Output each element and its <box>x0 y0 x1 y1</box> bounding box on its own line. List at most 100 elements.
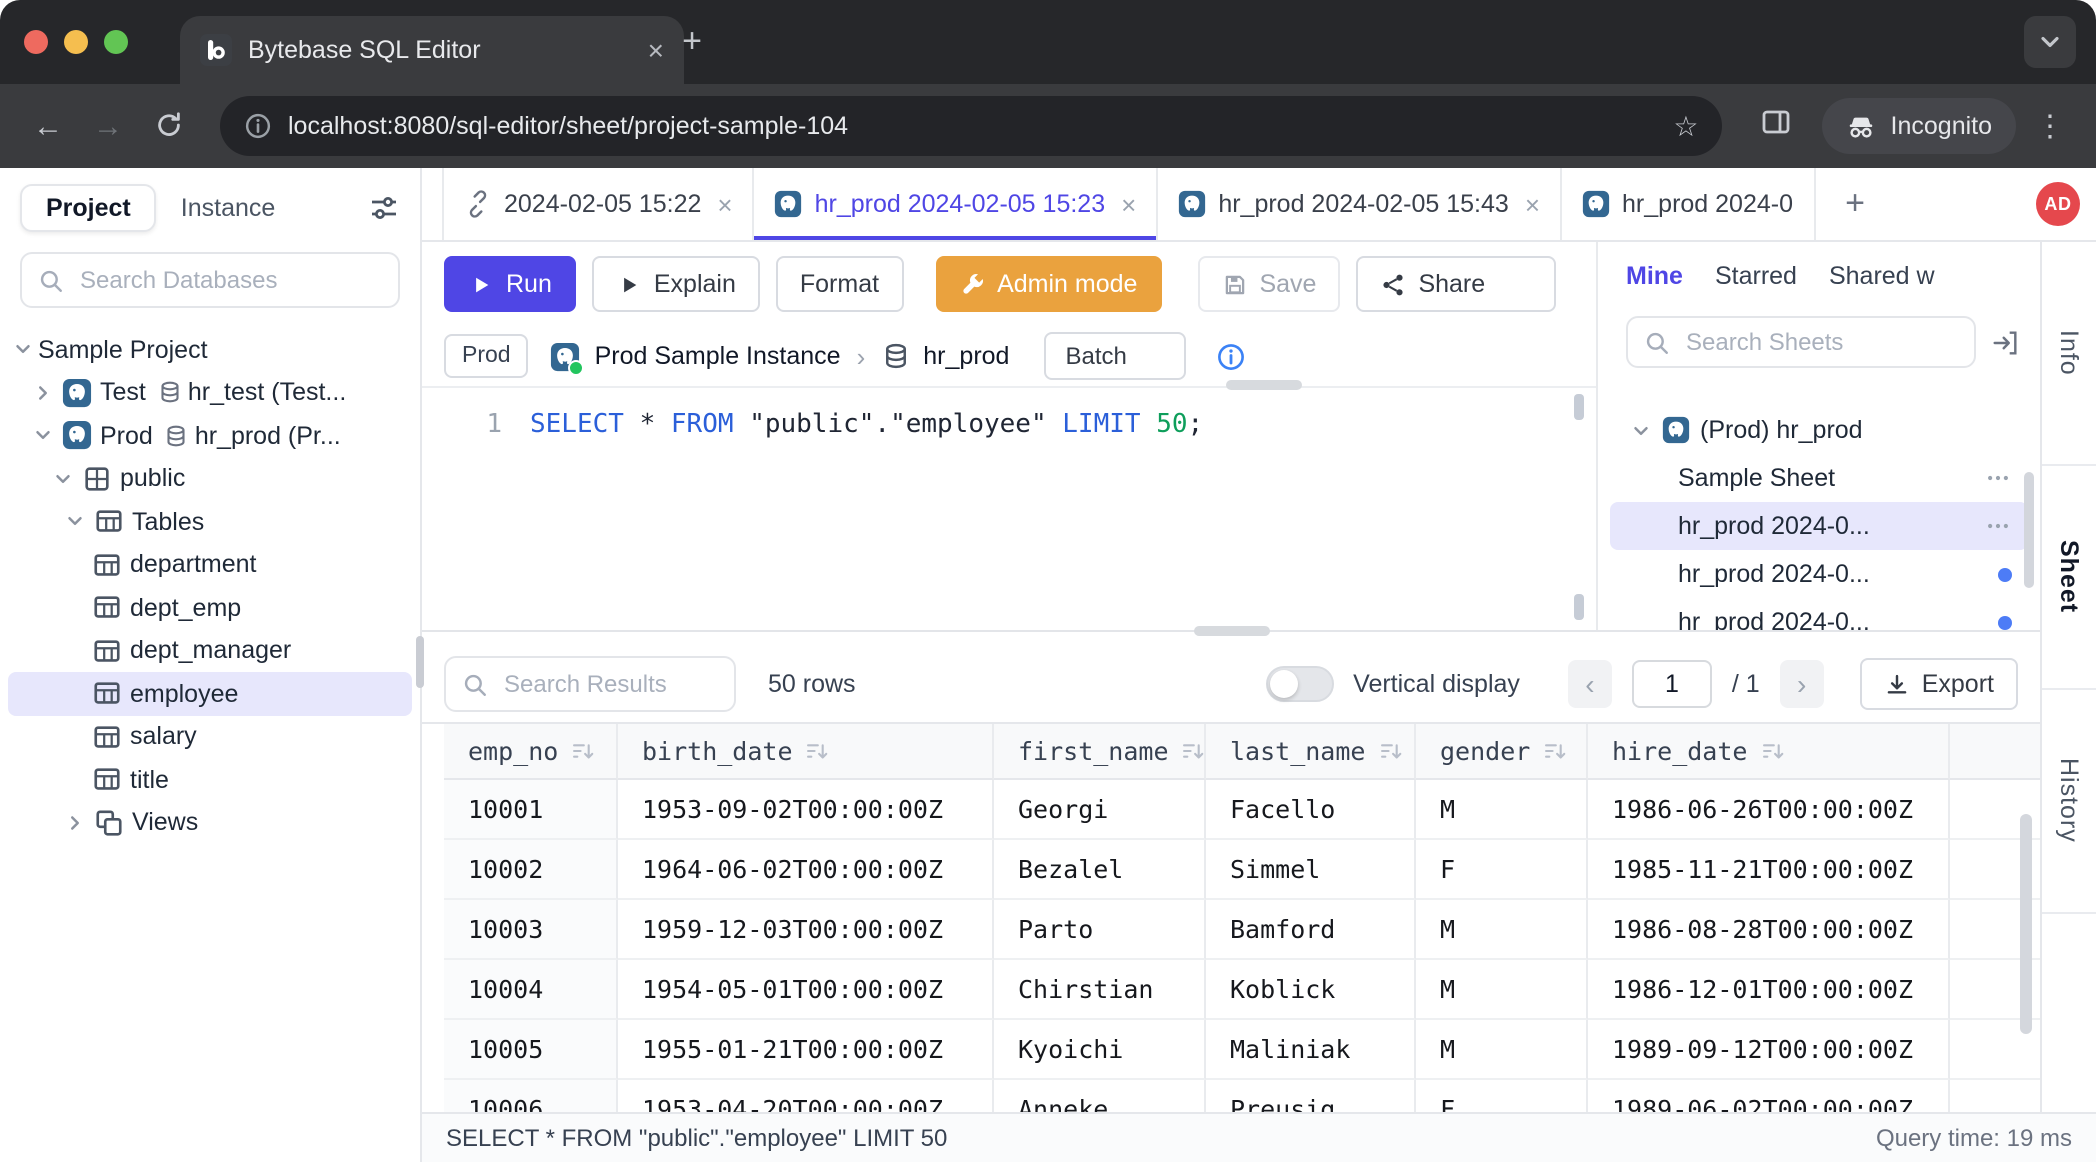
side-panel-icon <box>1761 105 1793 137</box>
sidebar-item-Tables[interactable]: Tables <box>8 500 412 543</box>
sidebar-item-public[interactable]: public <box>8 457 412 500</box>
vertical-display-toggle[interactable] <box>1265 666 1333 702</box>
avatar[interactable]: AD <box>2036 182 2080 226</box>
side-panel-button[interactable] <box>1751 105 1803 147</box>
side-tab-label: Info <box>2055 330 2083 376</box>
results-search-input[interactable] <box>500 668 718 700</box>
sidebar-item-Sample Project[interactable]: Sample Project <box>8 328 412 371</box>
batch-button[interactable]: Batch <box>1043 332 1186 380</box>
editor-resize-handle[interactable] <box>1225 380 1301 390</box>
minimize-window-button[interactable] <box>64 30 88 54</box>
format-button[interactable]: Format <box>776 256 903 312</box>
sidebar-item-Test[interactable]: Testhr_test (Test... <box>8 371 412 414</box>
collapse-panel-icon[interactable] <box>1990 327 2020 357</box>
close-window-button[interactable] <box>24 30 48 54</box>
admin-mode-button[interactable]: Admin mode <box>935 256 1161 312</box>
tab-instance[interactable]: Instance <box>181 194 276 222</box>
sheet-tab-2[interactable]: hr_prod 2024-02-05 15:43× <box>1158 168 1562 240</box>
close-sheet-tab-button[interactable]: × <box>1121 191 1136 217</box>
column-header-emp_no[interactable]: emp_no <box>444 724 618 780</box>
sheet-item-3[interactable]: hr_prod 2024-0... <box>1610 598 2028 630</box>
new-sheet-button[interactable]: + <box>1835 184 1875 224</box>
bookmark-star-icon[interactable]: ☆ <box>1673 109 1698 143</box>
sidebar-item-employee[interactable]: employee <box>8 672 412 715</box>
sheet-panel-tab-mine[interactable]: Mine <box>1626 262 1683 290</box>
side-tab-history[interactable]: History <box>2042 690 2096 914</box>
explain-button[interactable]: Explain <box>592 256 760 312</box>
side-tab-label: Sheet <box>2055 540 2083 613</box>
chevron-down-icon <box>12 339 34 361</box>
close-sheet-tab-button[interactable]: × <box>717 191 732 217</box>
page-number-input[interactable] <box>1632 660 1712 708</box>
sheet-panel-tab-starred[interactable]: Starred <box>1715 262 1797 290</box>
sidebar-resize-handle[interactable] <box>416 636 424 688</box>
results-scrollbar[interactable] <box>2020 814 2032 1034</box>
sidebar-item-salary[interactable]: salary <box>8 715 412 758</box>
sidebar-item-Views[interactable]: Views <box>8 801 412 844</box>
site-info-icon[interactable] <box>244 112 272 140</box>
sheet-search-field[interactable] <box>1626 316 1976 368</box>
panel-splitter[interactable] <box>422 630 2040 646</box>
sheet-list-scrollbar[interactable] <box>2024 472 2034 588</box>
table-cell: 10004 <box>444 960 618 1020</box>
share-button[interactable]: Share <box>1356 256 1555 312</box>
sidebar-item-dept_manager[interactable]: dept_manager <box>8 629 412 672</box>
sheet-group-row[interactable]: (Prod) hr_prod <box>1610 406 2028 454</box>
results-search-field[interactable] <box>444 656 736 712</box>
chevron-right-icon <box>32 382 54 404</box>
side-tab-sheet[interactable]: Sheet <box>2042 466 2096 690</box>
export-button[interactable]: Export <box>1860 658 2018 710</box>
sidebar-item-title[interactable]: title <box>8 758 412 801</box>
save-button[interactable]: Save <box>1197 256 1340 312</box>
database-name[interactable]: hr_prod <box>923 342 1009 370</box>
sidebar-item-department[interactable]: department <box>8 543 412 586</box>
sheet-tab-3[interactable]: hr_prod 2024-0 <box>1562 168 1815 240</box>
side-tab-info[interactable]: Info <box>2042 242 2096 466</box>
reload-button[interactable] <box>144 109 192 143</box>
connection-info-icon[interactable] <box>1217 341 1247 371</box>
sheet-search-input[interactable] <box>1682 326 1958 358</box>
run-button[interactable]: Run <box>444 256 576 312</box>
forward-button[interactable]: → <box>84 109 132 143</box>
close-sheet-tab-button[interactable]: × <box>1525 191 1540 217</box>
column-header-first_name[interactable]: first_name <box>994 724 1206 780</box>
instance-name[interactable]: Prod Sample Instance <box>595 342 841 370</box>
editor-scrollbar-top[interactable] <box>1574 394 1584 420</box>
address-bar[interactable]: localhost:8080/sql-editor/sheet/project-… <box>220 96 1723 156</box>
zoom-window-button[interactable] <box>104 30 128 54</box>
sheet-item-2[interactable]: hr_prod 2024-0... <box>1610 550 2028 598</box>
browser-tab[interactable]: Bytebase SQL Editor × <box>180 16 684 84</box>
sql-editor[interactable]: 1 SELECT * FROM "public"."employee" LIMI… <box>422 388 1596 630</box>
previous-page-button[interactable]: ‹ <box>1568 660 1612 708</box>
sidebar-item-Prod[interactable]: Prodhr_prod (Pr... <box>8 414 412 457</box>
table-cell: Preusig <box>1206 1080 1416 1112</box>
editor-scrollbar-bottom[interactable] <box>1574 594 1584 620</box>
side-tab-label: History <box>2055 759 2083 844</box>
next-page-button[interactable]: › <box>1780 660 1824 708</box>
sheet-tab-1[interactable]: hr_prod 2024-02-05 15:23× <box>755 168 1159 240</box>
sheet-item-1[interactable]: hr_prod 2024-0... <box>1610 502 2028 550</box>
tab-search-button[interactable] <box>2024 16 2076 68</box>
browser-toolbar: ← → localhost:8080/sql-editor/sheet/proj… <box>0 84 2096 168</box>
database-search-input[interactable] <box>76 264 382 296</box>
sidebar-item-dept_emp[interactable]: dept_emp <box>8 586 412 629</box>
filter-settings-icon[interactable] <box>368 192 400 224</box>
close-browser-tab-button[interactable]: × <box>648 36 664 64</box>
column-header-last_name[interactable]: last_name <box>1206 724 1416 780</box>
column-header-hire_date[interactable]: hire_date <box>1588 724 1950 780</box>
sheet-tab-0[interactable]: 2024-02-05 15:22× <box>442 168 755 240</box>
search-icon <box>462 671 488 697</box>
tree-item-label: Views <box>132 809 198 837</box>
splitter-handle[interactable] <box>1193 626 1269 636</box>
browser-menu-button[interactable]: ⋮ <box>2028 108 2072 144</box>
database-search-field[interactable] <box>20 252 400 308</box>
column-header-gender[interactable]: gender <box>1416 724 1588 780</box>
table-cell: 1959-12-03T00:00:00Z <box>618 900 994 960</box>
sheet-panel-tab-shared-w[interactable]: Shared w <box>1829 262 1935 290</box>
tab-project[interactable]: Project <box>20 184 157 232</box>
postgres-icon <box>1582 190 1610 218</box>
new-browser-tab-button[interactable]: + <box>668 18 716 66</box>
back-button[interactable]: ← <box>24 109 72 143</box>
column-header-birth_date[interactable]: birth_date <box>618 724 994 780</box>
sheet-item-0[interactable]: Sample Sheet <box>1610 454 2028 502</box>
